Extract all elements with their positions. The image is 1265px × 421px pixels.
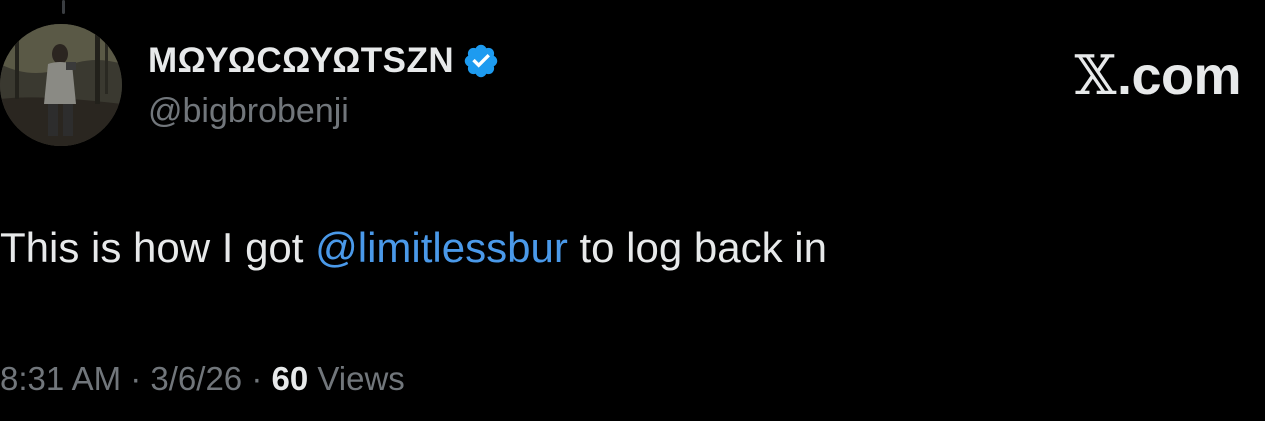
brand-suffix: .com	[1116, 46, 1242, 106]
author-handle[interactable]: @bigbrobenji	[148, 92, 349, 131]
avatar[interactable]	[0, 24, 122, 146]
x-logo-icon: 𝕏	[1074, 44, 1117, 107]
meta-separator: ·	[242, 360, 272, 397]
tweet-meta: 8:31 AM · 3/6/26 · 60 Views	[0, 360, 405, 398]
tweet-text-after: to log back in	[567, 224, 827, 271]
avatar-photo-icon	[0, 24, 122, 146]
tweet-text: This is how I got @limitlessbur to log b…	[0, 224, 827, 272]
author-display-name[interactable]: ΜΩΥΩϹΩΥΩTSZN	[148, 41, 454, 81]
meta-separator: ·	[121, 360, 151, 397]
thread-connector-line	[62, 0, 65, 14]
views-label: Views	[308, 360, 405, 397]
views-count: 60	[271, 360, 309, 397]
tweet-time[interactable]: 8:31 AM	[0, 360, 121, 397]
tweet-date[interactable]: 3/6/26	[150, 360, 242, 397]
x-com-logo: 𝕏.com	[1074, 44, 1242, 107]
tweet-mention-link[interactable]: @limitlessbur	[315, 224, 568, 271]
verified-badge-icon[interactable]	[462, 42, 500, 80]
tweet-text-before: This is how I got	[0, 224, 316, 271]
author-name-row: ΜΩΥΩϹΩΥΩTSZN	[148, 36, 500, 86]
